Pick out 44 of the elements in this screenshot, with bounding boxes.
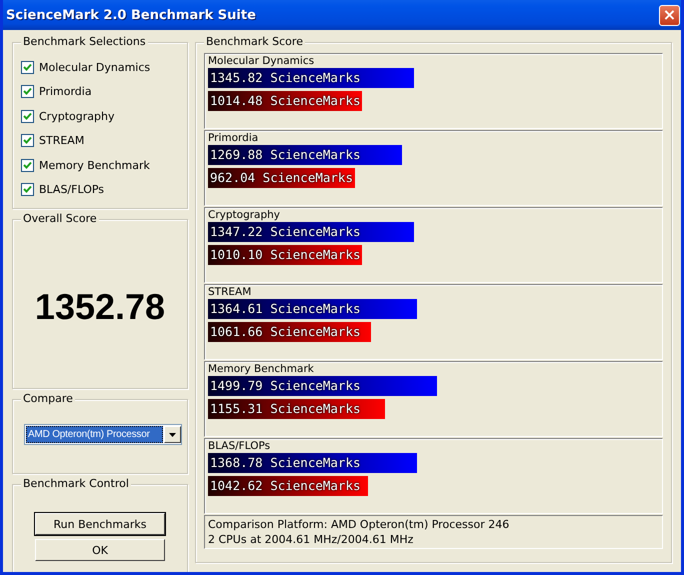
score-text: 1345.82 ScienceMarks <box>209 70 361 85</box>
checkbox[interactable] <box>21 85 34 98</box>
score-text: 962.04 ScienceMarks <box>209 170 353 185</box>
run-button[interactable]: Run Benchmarks <box>35 513 165 535</box>
score-text: 1155.31 ScienceMarks <box>209 401 361 416</box>
checkbox[interactable] <box>21 110 34 123</box>
checkbox-label: BLAS/FLOPs <box>39 183 104 196</box>
close-button[interactable]: × <box>659 4 680 26</box>
score-text: 1347.22 ScienceMarks <box>209 224 361 239</box>
score-text: 1368.78 ScienceMarks <box>209 455 361 470</box>
group-title: Compare <box>21 392 75 405</box>
score-text: 1042.62 ScienceMarks <box>209 478 361 493</box>
ok-button[interactable]: OK <box>35 539 165 561</box>
group-title: Overall Score <box>21 212 99 225</box>
checkbox[interactable] <box>21 60 34 74</box>
benchmark-name: Molecular Dynamics <box>208 56 316 67</box>
benchmark-name: Memory Benchmark <box>208 364 315 375</box>
benchmark-name: Cryptography <box>208 210 282 221</box>
group-title: Benchmark Control <box>21 477 131 490</box>
score-text: 1014.48 ScienceMarks <box>209 93 361 108</box>
checkbox[interactable] <box>21 158 34 172</box>
score-text: 1269.88 ScienceMarks <box>209 147 361 162</box>
benchmark-name: Primordia <box>208 133 260 144</box>
checkbox-label: Molecular Dynamics <box>39 60 150 74</box>
checkbox-label: STREAM <box>39 134 84 148</box>
score-text: 1061.66 ScienceMarks <box>209 324 361 339</box>
score-text: 1010.10 ScienceMarks <box>209 247 361 262</box>
window-title: ScienceMark 2.0 Benchmark Suite <box>6 8 256 22</box>
score-text: 1499.79 ScienceMarks <box>209 378 361 393</box>
checkbox-label: Cryptography <box>39 110 114 123</box>
compare-dropdown[interactable]: AMD Opteron(tm) Processor <box>24 424 182 445</box>
platform-text: 2 CPUs at 2004.61 MHz/2004.61 MHz <box>208 532 414 547</box>
score-text: 1364.61 ScienceMarks <box>209 301 361 316</box>
checkbox-label: Primordia <box>39 85 92 98</box>
overall-score: 1352.78 <box>34 286 166 328</box>
benchmark-name: BLAS/FLOPs <box>208 441 272 452</box>
checkbox-label: Memory Benchmark <box>39 158 150 172</box>
platform-text: Comparison Platform: AMD Opteron(tm) Processor 246 <box>208 517 510 532</box>
benchmark-name: STREAM <box>208 287 252 298</box>
dropdown-arrow-icon <box>169 432 176 436</box>
group-title: Benchmark Score <box>204 35 305 48</box>
checkbox[interactable] <box>21 134 34 148</box>
group-title: Benchmark Selections <box>21 35 148 48</box>
checkbox[interactable] <box>21 183 34 196</box>
